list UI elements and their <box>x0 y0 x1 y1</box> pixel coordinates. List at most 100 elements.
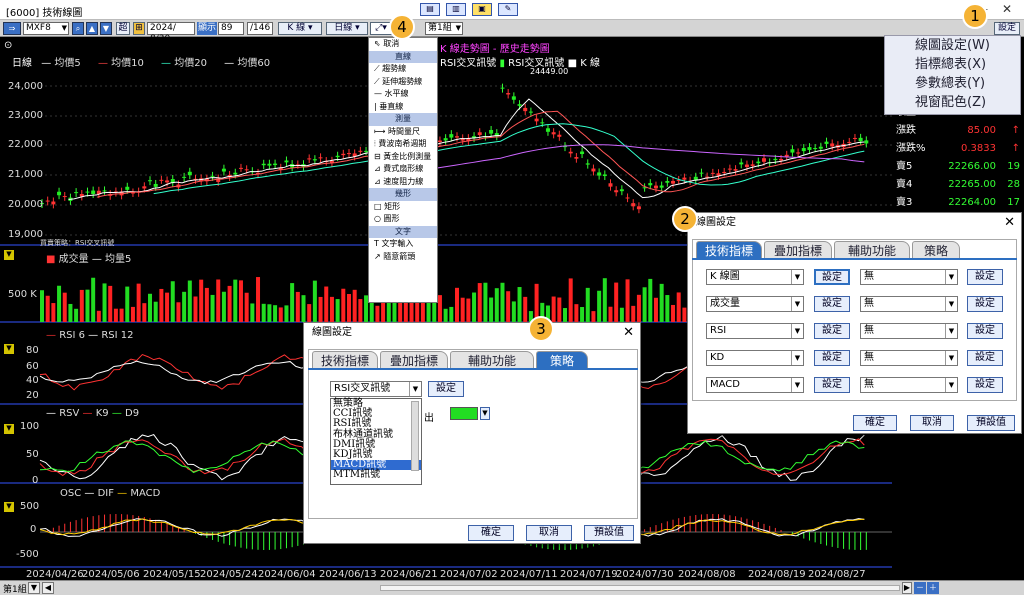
tab-strategy[interactable]: 策略 <box>536 351 588 369</box>
up-arrow-icon[interactable]: ▲ <box>86 22 98 35</box>
default-button[interactable]: 預設值 <box>584 525 634 541</box>
settings-icon[interactable]: ⊙ <box>4 40 12 51</box>
candle-body <box>165 180 170 183</box>
indicator-select[interactable]: K 線圖 ▼ <box>706 269 804 285</box>
draw-menu-item[interactable]: ⟼ 時間量尺 <box>369 126 437 139</box>
indicator-set-button[interactable]: 設定 <box>814 296 850 312</box>
horizontal-scrollbar[interactable] <box>380 585 900 591</box>
indicator-set-button[interactable]: 設定 <box>814 377 850 393</box>
collapse-icon[interactable]: ▼ <box>4 424 14 434</box>
overlay-select[interactable]: 無 ▼ <box>860 296 958 312</box>
chevron-down-icon[interactable]: ▼ <box>480 407 490 420</box>
quote-extra: 28 <box>1007 179 1020 190</box>
volume-bar <box>187 280 192 322</box>
top-button[interactable]: 超 <box>116 22 130 35</box>
tab-overlay[interactable]: 疊加指標 <box>380 351 448 369</box>
scrollbar[interactable] <box>411 401 419 471</box>
ok-button[interactable]: 確定 <box>853 415 897 431</box>
group-select[interactable]: 第1組 ▼ <box>425 22 463 35</box>
overlay-select[interactable]: 無 ▼ <box>860 323 958 339</box>
tab-strategy[interactable]: 策略 <box>912 241 960 259</box>
color-swatch[interactable] <box>450 407 478 420</box>
group-dropdown-icon[interactable]: ▼ <box>28 582 40 594</box>
menu-section-header: 幾形 <box>369 188 437 201</box>
indicator-select[interactable]: MACD ▼ <box>706 377 804 393</box>
draw-menu-item[interactable]: ↗ 隨意箭頭 <box>369 251 437 264</box>
zoom-out-icon[interactable]: － <box>914 582 926 594</box>
indicator-select[interactable]: RSI ▼ <box>706 323 804 339</box>
cancel-button[interactable]: 取消 <box>526 525 572 541</box>
volume-bar <box>324 286 329 322</box>
volume-bar <box>659 283 664 322</box>
toolbar-icon-2[interactable]: ▥ <box>446 3 466 16</box>
collapse-icon[interactable]: ▼ <box>4 502 14 512</box>
menu-indicator-table[interactable]: 指標總表(X) <box>885 55 1020 74</box>
draw-menu-item[interactable]: ⊿ 速度阻力線 <box>369 176 437 189</box>
strategy-set-button[interactable]: 設定 <box>428 381 464 397</box>
close-icon[interactable]: ✕ <box>1004 213 1015 233</box>
indicator-set-button[interactable]: 設定 <box>814 350 850 366</box>
calendar-icon[interactable]: ⊞ <box>133 22 145 35</box>
chart-type-button[interactable]: K 線 ▾ <box>278 22 322 35</box>
tab-technical[interactable]: 技術指標 <box>312 351 378 369</box>
draw-menu-item[interactable]: — 水平線 <box>369 88 437 101</box>
tab-overlay[interactable]: 疊加指標 <box>764 241 832 259</box>
zoom-in-icon[interactable]: ＋ <box>927 582 939 594</box>
overlay-set-button[interactable]: 設定 <box>967 296 1003 312</box>
menu-param-table[interactable]: 參數總表(Y) <box>885 74 1020 93</box>
callout-badge-1: 1 <box>962 3 988 29</box>
draw-menu-item[interactable]: □ 矩形 <box>369 201 437 214</box>
moving-average-line <box>96 110 865 198</box>
candle-body <box>74 192 79 194</box>
tab-aux[interactable]: 輔助功能 <box>450 351 534 369</box>
overlay-set-button[interactable]: 設定 <box>967 377 1003 393</box>
candle-body <box>597 172 602 176</box>
overlay-set-button[interactable]: 設定 <box>967 269 1003 285</box>
draw-menu-item[interactable]: ⊟ 黃金比例測量 <box>369 151 437 164</box>
indicator-select[interactable]: KD ▼ <box>706 350 804 366</box>
cancel-button[interactable]: 取消 <box>910 415 954 431</box>
menu-window-color[interactable]: 視窗配色(Z) <box>885 93 1020 112</box>
collapse-icon[interactable]: ▼ <box>4 344 14 354</box>
overlay-select[interactable]: 無 ▼ <box>860 377 958 393</box>
indicator-select[interactable]: 成交量 ▼ <box>706 296 804 312</box>
scroll-left-icon[interactable]: ◀ <box>42 582 54 594</box>
close-button[interactable]: ✕ <box>1002 2 1012 16</box>
overlay-set-button[interactable]: 設定 <box>967 350 1003 366</box>
default-button[interactable]: 預設值 <box>967 415 1015 431</box>
tool-icon: ↗ <box>374 251 384 261</box>
symbol-select[interactable]: MXF8 ▼ <box>23 22 69 35</box>
period-button[interactable]: 日線 ▾ <box>326 22 368 35</box>
toolbar-icon-3[interactable]: ▣ <box>472 3 492 16</box>
draw-menu-item[interactable]: ⟋ 趨勢線 <box>369 63 437 76</box>
toolbar-icon-1[interactable]: ▤ <box>420 3 440 16</box>
draw-menu-item[interactable]: ⦙ 費波南希週期 <box>369 138 437 151</box>
ok-button[interactable]: 確定 <box>468 525 514 541</box>
overlay-select[interactable]: 無 ▼ <box>860 269 958 285</box>
settings-button[interactable]: 設定 <box>994 22 1020 35</box>
link-icon[interactable]: ⇒ <box>3 22 21 35</box>
overlay-set-button[interactable]: 設定 <box>967 323 1003 339</box>
collapse-icon[interactable]: ▼ <box>4 250 14 260</box>
draw-menu-item[interactable]: ○ 圓形 <box>369 213 437 226</box>
date-field[interactable]: 2024/ 8/30 <box>147 22 195 44</box>
strategy-select[interactable]: RSI交叉訊號 ▼ <box>330 381 422 397</box>
toolbar-icon-4[interactable]: ✎ <box>498 3 518 16</box>
scroll-right-icon[interactable]: ▶ <box>902 582 912 594</box>
indicator-set-button[interactable]: 設定 <box>814 269 850 285</box>
close-icon[interactable]: ✕ <box>623 323 634 343</box>
draw-menu-item[interactable]: ⟋ 延伸趨勢線 <box>369 76 437 89</box>
draw-menu-item[interactable]: | 垂直線 <box>369 101 437 114</box>
draw-menu-item[interactable]: T 文字輸入 <box>369 238 437 251</box>
indicator-set-button[interactable]: 設定 <box>814 323 850 339</box>
down-arrow-icon[interactable]: ▼ <box>100 22 112 35</box>
tab-technical[interactable]: 技術指標 <box>696 241 762 259</box>
menu-chart-settings[interactable]: 線圖設定(W) <box>885 36 1020 55</box>
overlay-select[interactable]: 無 ▼ <box>860 350 958 366</box>
volume-bar <box>221 291 226 322</box>
search-icon[interactable]: ⌕ <box>72 22 84 35</box>
tab-aux[interactable]: 輔助功能 <box>834 241 910 259</box>
strategy-option[interactable]: MTM訊號 <box>331 470 421 480</box>
show-count-input[interactable]: 89 <box>218 22 244 35</box>
draw-menu-item[interactable]: ⊿ 費式扇形線 <box>369 163 437 176</box>
